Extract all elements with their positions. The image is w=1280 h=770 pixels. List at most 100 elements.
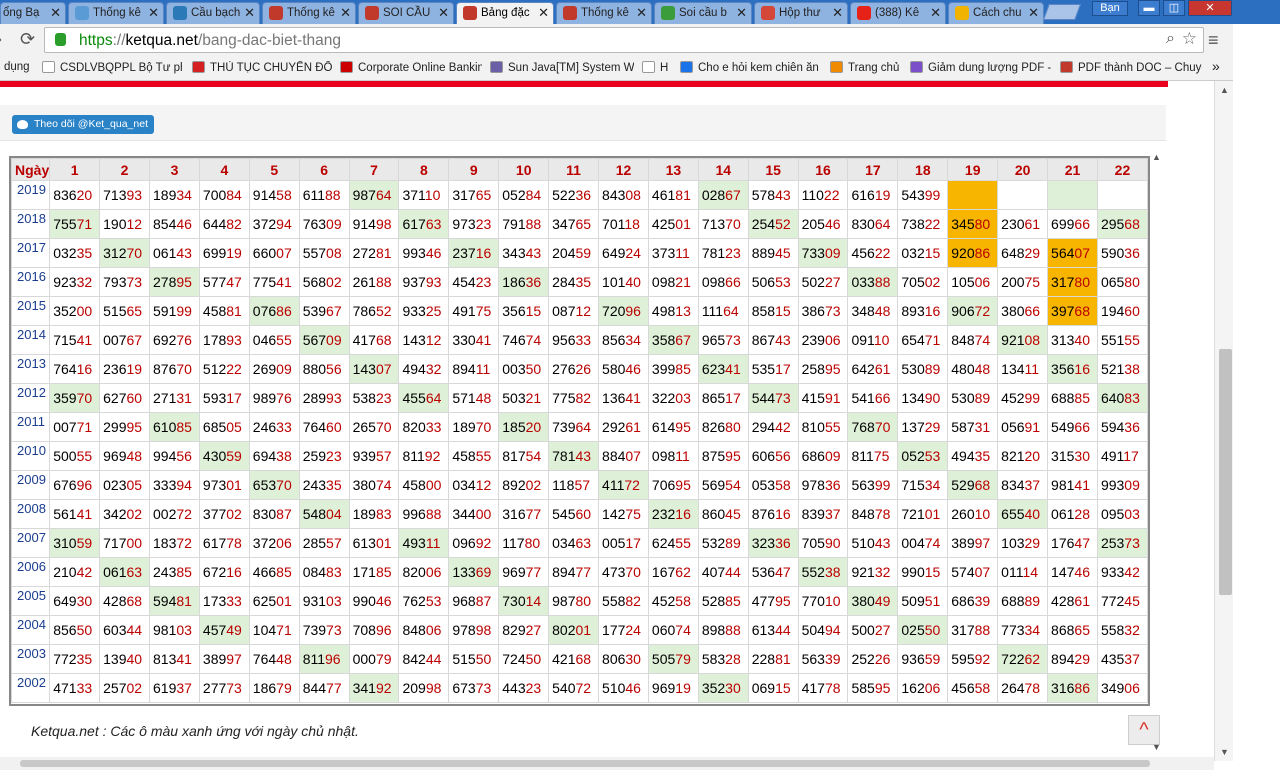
result-last-two: 60 xyxy=(1124,303,1140,319)
result-last-two: 09 xyxy=(276,361,292,377)
horizontal-scroll-thumb[interactable] xyxy=(20,760,1150,767)
vertical-scrollbar[interactable]: ▲ ▼ xyxy=(1214,81,1233,761)
bookmark-item[interactable]: THỦ TỤC CHUYỂN ĐỔI xyxy=(192,61,332,74)
result-last-two: 10 xyxy=(873,332,890,348)
result-last-two: 52 xyxy=(775,216,791,232)
result-cell: 99046 xyxy=(348,586,400,616)
close-icon[interactable]: ✕ xyxy=(832,3,843,23)
column-header: 17 xyxy=(847,158,899,181)
result-cell: 18970 xyxy=(448,412,500,442)
result-last-two: 26 xyxy=(575,361,592,377)
result-prefix: 060 xyxy=(651,622,676,638)
result-last-two: 78 xyxy=(824,680,841,696)
result-cell: 53089 xyxy=(947,383,999,413)
tab-item[interactable]: Cách chu ✕ xyxy=(948,2,1044,24)
close-icon[interactable]: ✕ xyxy=(1028,3,1039,23)
arrow-left-icon[interactable]: › xyxy=(0,29,2,50)
result-cell: 45622 xyxy=(847,238,899,268)
result-last-two: 87 xyxy=(475,593,492,609)
result-last-two: 80 xyxy=(1124,274,1140,290)
result-prefix: 654 xyxy=(901,332,925,348)
tab-item[interactable]: SOI CẦU ✕ xyxy=(358,2,454,24)
close-icon[interactable]: ✕ xyxy=(148,3,159,23)
result-cell: 55882 xyxy=(598,586,649,616)
result-cell: 00350 xyxy=(498,354,550,384)
result-prefix: 278 xyxy=(153,274,177,290)
result-cell: 81175 xyxy=(847,441,899,471)
tab-item[interactable]: Hộp thư ✕ xyxy=(754,2,848,24)
result-cell: 61495 xyxy=(647,412,699,442)
bookmark-item[interactable]: Corporate Online Bankin xyxy=(340,61,482,74)
close-icon[interactable]: ✕ xyxy=(636,3,647,23)
result-last-two: 11 xyxy=(475,361,491,377)
result-last-two: 68 xyxy=(1074,303,1090,319)
close-icon[interactable]: ✕ xyxy=(244,3,255,23)
close-icon[interactable]: ✕ xyxy=(930,3,941,23)
tab-item[interactable]: (388) Kê ✕ xyxy=(850,2,946,24)
result-prefix: 294 xyxy=(751,419,776,435)
bookmark-item[interactable]: dụng xyxy=(4,61,36,73)
close-icon[interactable]: ✕ xyxy=(736,3,747,23)
result-prefix: 452 xyxy=(651,593,676,609)
tab-title: Thống kê xyxy=(287,7,335,19)
star-icon[interactable]: ☆ xyxy=(1182,29,1197,49)
result-last-two: 15 xyxy=(775,303,791,319)
bookmark-item[interactable]: H xyxy=(642,61,672,74)
profile-button[interactable]: Bạn xyxy=(1092,1,1128,16)
back-to-top-button[interactable]: ^ xyxy=(1128,715,1160,745)
scroll-down-icon[interactable]: ▼ xyxy=(1220,747,1229,757)
result-last-two: 23 xyxy=(475,216,492,232)
tab-item[interactable]: Thống kê ✕ xyxy=(556,2,652,24)
bookmark-item[interactable]: CSDLVBQPPL Bộ Tư pháp xyxy=(42,61,182,74)
close-icon[interactable]: ✕ xyxy=(50,3,61,23)
menu-icon[interactable]: ≡ xyxy=(1208,30,1219,51)
result-prefix: 065 xyxy=(1100,274,1125,290)
tab-item[interactable]: Thống kê ✕ xyxy=(262,2,356,24)
result-last-two: 86 xyxy=(1074,680,1090,696)
scroll-down-arrow-icon[interactable]: ▼ xyxy=(1152,742,1161,752)
result-last-two: 85 xyxy=(725,593,741,609)
tab-item[interactable]: Soi cầu b ✕ xyxy=(654,2,752,24)
result-last-two: 85 xyxy=(375,564,392,580)
more-bookmarks-icon[interactable]: » xyxy=(1212,58,1220,74)
bookmark-item[interactable]: Sun Java[TM] System W xyxy=(490,61,634,74)
result-prefix: 471 xyxy=(53,680,77,696)
bookmark-item[interactable]: Cho e hỏi kem chiên ăn xyxy=(680,61,822,74)
result-cell: 34765 xyxy=(548,209,600,239)
result-last-two: 45 xyxy=(1124,593,1140,609)
new-tab-button[interactable] xyxy=(1043,4,1081,20)
result-prefix: 352 xyxy=(53,303,77,319)
bookmark-item[interactable]: Giảm dung lượng PDF - xyxy=(910,61,1052,74)
url-text[interactable]: https://ketqua.net/bang-dac-biet-thang xyxy=(79,32,341,50)
tab-item[interactable]: ổng Bạ ✕ xyxy=(0,2,66,24)
result-prefix: 061 xyxy=(1051,506,1075,522)
bookmark-item[interactable]: Trang chủ xyxy=(830,61,902,74)
result-cell: 69966 xyxy=(1047,209,1098,239)
scroll-up-arrow-icon[interactable]: ▲ xyxy=(1152,152,1161,162)
horizontal-scrollbar[interactable] xyxy=(0,757,1214,770)
scroll-up-icon[interactable]: ▲ xyxy=(1220,85,1229,95)
restore-window-button[interactable]: ◫ xyxy=(1163,0,1185,16)
tab-item[interactable]: Thống kê ✕ xyxy=(68,2,164,24)
result-last-two: 72 xyxy=(176,506,192,522)
result-prefix: 341 xyxy=(352,680,376,696)
minimize-window-button[interactable]: ▬ xyxy=(1138,0,1160,16)
tab-item[interactable]: Cầu bạch ✕ xyxy=(166,2,260,24)
result-last-two: 09 xyxy=(824,245,841,261)
result-prefix: 289 xyxy=(302,390,327,406)
result-prefix: 171 xyxy=(352,564,376,580)
result-prefix: 349 xyxy=(1100,680,1125,696)
tab-item[interactable]: Bảng đặc ✕ xyxy=(456,2,554,24)
close-icon[interactable]: ✕ xyxy=(340,3,351,23)
vertical-scroll-thumb[interactable] xyxy=(1219,349,1232,595)
result-cell: 87595 xyxy=(697,441,749,471)
result-prefix: 593 xyxy=(202,390,227,406)
magnifier-icon[interactable]: ⌕ xyxy=(1166,30,1175,48)
address-bar[interactable]: https://ketqua.net/bang-dac-biet-thang ⌕… xyxy=(44,27,1204,53)
close-window-button[interactable]: ✕ xyxy=(1188,0,1232,16)
reload-icon[interactable]: ⟳ xyxy=(20,29,35,50)
close-icon[interactable]: ✕ xyxy=(538,3,549,23)
bookmark-item[interactable]: PDF thành DOC – Chuyể xyxy=(1060,61,1202,74)
twitter-follow-button[interactable]: Theo dõi @Ket_qua_net xyxy=(12,115,154,134)
close-icon[interactable]: ✕ xyxy=(438,3,449,23)
